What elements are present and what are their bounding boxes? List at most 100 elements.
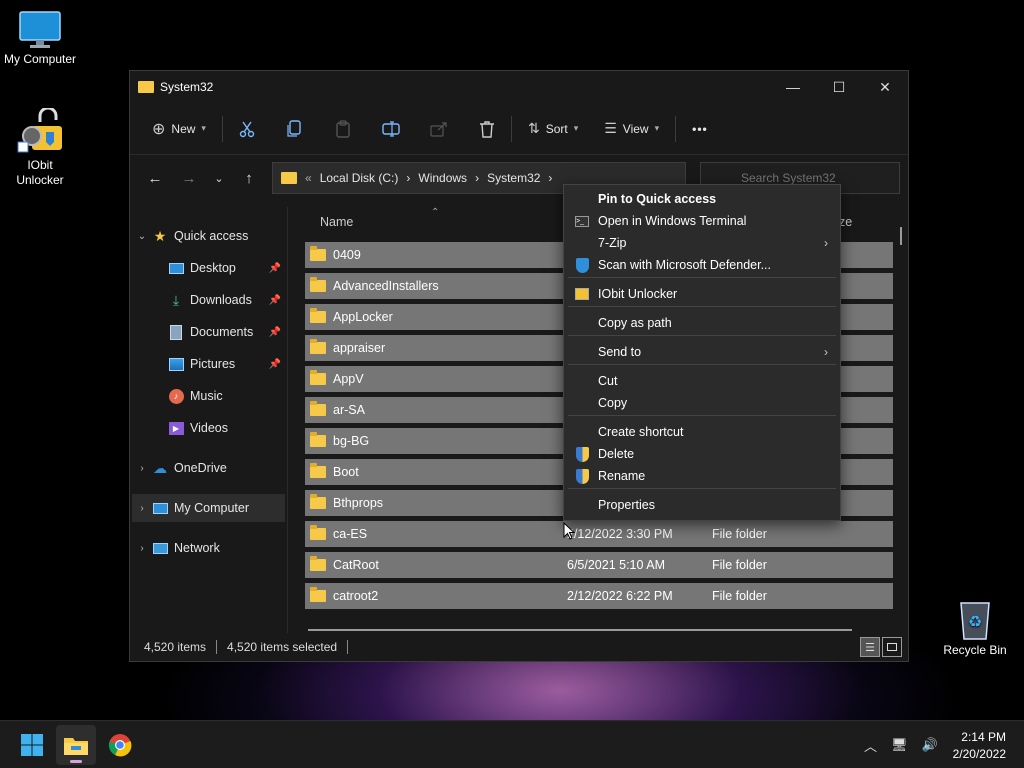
maximize-button[interactable]: ☐ <box>816 71 862 103</box>
sidebar-item-downloads[interactable]: ⤓ Downloads 📌 <box>132 286 285 314</box>
chevron-right-icon[interactable]: › <box>132 543 152 554</box>
folder-icon <box>310 246 326 261</box>
paste-button[interactable] <box>327 113 359 145</box>
sidebar-item-my-computer[interactable]: › My Computer <box>132 494 285 522</box>
details-view-button[interactable]: ☰ <box>860 637 880 657</box>
file-name: appraiser <box>333 341 386 355</box>
horizontal-scrollbar[interactable] <box>308 629 852 631</box>
menu-item-cut[interactable]: Cut <box>564 370 840 392</box>
cut-button[interactable] <box>231 113 263 145</box>
table-row[interactable]: CatRoot 6/5/2021 5:10 AM File folder <box>305 552 893 578</box>
menu-item-send-to[interactable]: Send to › <box>564 341 840 363</box>
breadcrumb-system32[interactable]: System32 <box>487 171 540 185</box>
desktop-icon-my-computer[interactable]: My Computer <box>0 10 80 66</box>
menu-item-label: Pin to Quick access <box>598 192 717 206</box>
breadcrumb-windows[interactable]: Windows <box>418 171 467 185</box>
chevron-up-icon[interactable]: ︿ <box>864 736 877 755</box>
music-icon: ♪ <box>168 388 184 404</box>
pin-icon[interactable]: 📌 <box>269 327 281 338</box>
status-divider <box>216 640 218 654</box>
pin-icon[interactable]: 📌 <box>269 263 281 274</box>
recycle-bin-icon: ♻ <box>955 597 995 641</box>
share-button[interactable] <box>423 113 455 145</box>
file-name: catroot2 <box>333 589 379 603</box>
clipboard-icon <box>336 119 350 138</box>
share-icon <box>430 121 447 137</box>
menu-item-scan-with-microsoft-defender[interactable]: Scan with Microsoft Defender... <box>564 254 840 276</box>
breadcrumb-overflow[interactable]: « <box>305 171 312 185</box>
menu-item-copy[interactable]: Copy <box>564 392 840 414</box>
delete-button[interactable] <box>471 113 503 145</box>
sidebar-item-music[interactable]: ♪ Music <box>132 382 285 410</box>
desktop-icon-recycle-bin[interactable]: ♻ Recycle Bin <box>935 597 1015 657</box>
taskbar-chrome[interactable] <box>100 725 140 765</box>
chevron-right-icon[interactable]: › <box>132 463 152 474</box>
volume-icon[interactable]: 🔊 <box>922 737 938 753</box>
menu-separator <box>568 335 836 336</box>
sidebar-item-pictures[interactable]: Pictures 📌 <box>132 350 285 378</box>
back-button[interactable]: ← <box>140 163 170 193</box>
new-button[interactable]: ⊕ New ▾ <box>144 113 214 145</box>
running-indicator <box>70 760 82 763</box>
start-button[interactable] <box>12 725 52 765</box>
file-date: 2/12/2022 3:30 PM <box>567 527 673 541</box>
breadcrumb-local-disk[interactable]: Local Disk (C:) <box>320 171 399 185</box>
menu-separator <box>568 415 836 416</box>
menu-item-create-shortcut[interactable]: Create shortcut <box>564 421 840 443</box>
toolbar-divider <box>510 115 512 142</box>
sort-button[interactable]: ⇅ Sort ▾ <box>520 113 586 145</box>
pin-icon[interactable]: 📌 <box>269 359 281 370</box>
menu-item-rename[interactable]: Rename <box>564 465 840 487</box>
system-clock[interactable]: 2:14 PM 2/20/2022 <box>953 729 1006 763</box>
menu-item-7-zip[interactable]: 7-Zip › <box>564 232 840 254</box>
vertical-scrollbar[interactable] <box>900 227 902 245</box>
large-icons-view-button[interactable] <box>882 637 902 657</box>
close-button[interactable]: ✕ <box>862 71 908 103</box>
file-name: CatRoot <box>333 558 379 572</box>
up-button[interactable]: ↑ <box>234 163 264 193</box>
folder-icon <box>310 525 326 540</box>
sidebar-item-network[interactable]: › Network <box>132 534 285 562</box>
menu-item-copy-as-path[interactable]: Copy as path <box>564 312 840 334</box>
sidebar-item-desktop[interactable]: Desktop 📌 <box>132 254 285 282</box>
chevron-right-icon[interactable]: › <box>132 503 152 514</box>
taskbar-file-explorer[interactable] <box>56 725 96 765</box>
more-options-button[interactable]: ••• <box>684 113 716 145</box>
minimize-button[interactable]: — <box>770 71 816 103</box>
menu-item-iobit-unlocker[interactable]: IObit Unlocker <box>564 283 840 305</box>
menu-item-delete[interactable]: Delete <box>564 443 840 465</box>
recent-locations-button[interactable]: ⌄ <box>204 163 234 193</box>
sidebar-item-documents[interactable]: Documents 📌 <box>132 318 285 346</box>
arrow-up-icon: ↑ <box>245 169 253 187</box>
search-placeholder: Search System32 <box>741 171 836 185</box>
table-row[interactable]: ca-ES 2/12/2022 3:30 PM File folder <box>305 521 893 547</box>
menu-item-label: Copy as path <box>598 316 672 330</box>
menu-item-pin-to-quick-access[interactable]: Pin to Quick access <box>564 188 840 210</box>
chevron-down-icon[interactable]: ⌄ <box>132 231 152 242</box>
desktop-icon-iobit-unlocker[interactable]: IObit Unlocker <box>0 106 80 188</box>
windows-logo-icon <box>21 734 43 756</box>
rename-button[interactable] <box>375 113 407 145</box>
menu-item-properties[interactable]: Properties <box>564 494 840 516</box>
sidebar-item-quick-access[interactable]: ⌄ ★ Quick access <box>132 222 285 250</box>
menu-item-open-in-windows-terminal[interactable]: >_ Open in Windows Terminal <box>564 210 840 232</box>
sidebar-item-videos[interactable]: ▶ Videos <box>132 414 285 442</box>
folder-icon <box>310 339 326 354</box>
menu-item-label: Delete <box>598 447 635 461</box>
sidebar-item-label: My Computer <box>174 501 250 515</box>
column-header-name[interactable]: Name <box>320 215 353 229</box>
new-button-label: New <box>171 121 196 136</box>
pin-icon[interactable]: 📌 <box>269 295 281 306</box>
table-row[interactable]: catroot2 2/12/2022 6:22 PM File folder <box>305 583 893 609</box>
more-icon: ••• <box>692 121 708 136</box>
videos-icon: ▶ <box>168 420 184 436</box>
sidebar-item-onedrive[interactable]: › ☁ OneDrive <box>132 454 285 482</box>
view-button[interactable]: ☰ View ▾ <box>596 113 667 145</box>
documents-icon <box>168 324 184 340</box>
copy-button[interactable] <box>279 113 311 145</box>
network-icon[interactable]: 🖥 <box>891 737 908 753</box>
forward-button[interactable]: → <box>174 163 204 193</box>
menu-item-label: Cut <box>598 374 618 388</box>
title-bar[interactable]: System32 — ☐ ✕ <box>130 71 908 103</box>
defender-shield-icon <box>574 257 590 273</box>
